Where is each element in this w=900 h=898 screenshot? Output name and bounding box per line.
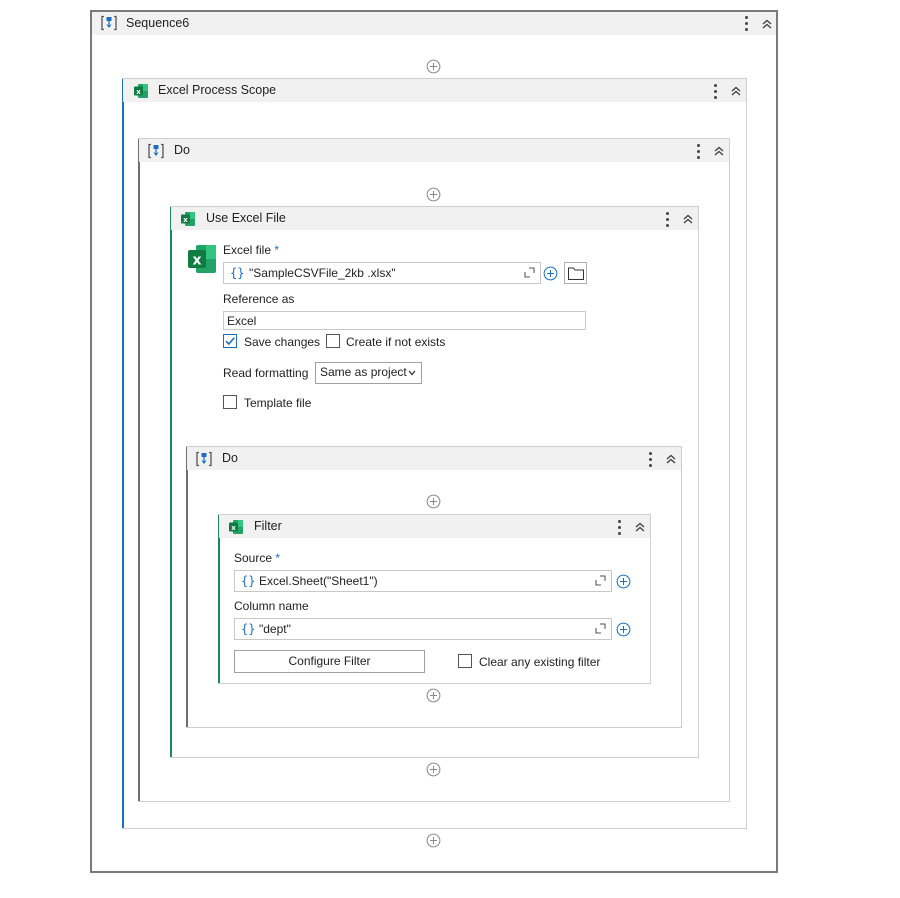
add-activity-icon[interactable] bbox=[426, 59, 441, 74]
checkmark-icon bbox=[225, 337, 235, 346]
expression-icon: {} bbox=[241, 574, 256, 588]
source-value: Excel.Sheet("Sheet1") bbox=[259, 574, 378, 588]
use-excel-file-header[interactable]: Use Excel File bbox=[171, 207, 698, 230]
add-activity-icon[interactable] bbox=[426, 494, 441, 509]
excel-icon bbox=[228, 519, 244, 535]
more-options-icon[interactable] bbox=[697, 144, 700, 159]
folder-icon bbox=[568, 267, 584, 280]
do-header-outer[interactable]: Do bbox=[139, 139, 729, 162]
excel-process-scope-title: Excel Process Scope bbox=[158, 83, 277, 97]
reference-as-label: Reference as bbox=[223, 292, 295, 306]
collapse-icon[interactable] bbox=[634, 520, 646, 534]
read-formatting-value: Same as project bbox=[320, 365, 407, 379]
excel-file-label: Excel file * bbox=[223, 243, 280, 257]
collapse-icon[interactable] bbox=[761, 17, 773, 31]
more-options-icon[interactable] bbox=[745, 16, 748, 31]
sequence6-title: Sequence6 bbox=[126, 16, 190, 30]
browse-folder-button[interactable] bbox=[564, 262, 587, 284]
filter-header[interactable]: Filter bbox=[219, 515, 650, 538]
add-activity-icon[interactable] bbox=[616, 622, 631, 637]
collapse-icon[interactable] bbox=[730, 84, 742, 98]
excel-icon bbox=[185, 243, 219, 275]
collapse-icon[interactable] bbox=[682, 212, 694, 226]
source-label: Source * bbox=[234, 551, 281, 565]
expand-editor-icon[interactable] bbox=[595, 575, 606, 586]
more-options-icon[interactable] bbox=[618, 520, 621, 535]
filter-title: Filter bbox=[254, 519, 282, 533]
reference-as-value: Excel bbox=[227, 314, 257, 328]
clear-existing-filter-label: Clear any existing filter bbox=[479, 655, 601, 669]
more-options-icon[interactable] bbox=[714, 84, 717, 99]
excel-icon bbox=[133, 83, 149, 99]
excel-icon bbox=[180, 211, 196, 227]
sequence-icon bbox=[100, 15, 118, 31]
add-activity-icon[interactable] bbox=[426, 688, 441, 703]
more-options-icon[interactable] bbox=[666, 212, 669, 227]
template-file-checkbox[interactable] bbox=[223, 395, 237, 409]
create-if-not-exists-label: Create if not exists bbox=[346, 335, 446, 349]
column-name-value: "dept" bbox=[259, 622, 291, 636]
template-file-label: Template file bbox=[244, 396, 312, 410]
source-input[interactable]: {} Excel.Sheet("Sheet1") bbox=[234, 570, 612, 592]
do-header-inner[interactable]: Do bbox=[187, 447, 681, 470]
add-activity-icon[interactable] bbox=[616, 574, 631, 589]
more-options-icon[interactable] bbox=[649, 452, 652, 467]
sequence-icon bbox=[147, 143, 165, 159]
add-activity-icon[interactable] bbox=[543, 266, 558, 281]
sequence6-header[interactable]: Sequence6 bbox=[92, 12, 776, 35]
column-name-input[interactable]: {} "dept" bbox=[234, 618, 612, 640]
column-name-label: Column name bbox=[234, 599, 309, 613]
configure-filter-button[interactable]: Configure Filter bbox=[234, 650, 425, 673]
do-title-inner: Do bbox=[222, 451, 238, 465]
create-if-not-exists-checkbox[interactable] bbox=[326, 334, 340, 348]
excel-file-input[interactable]: {} "SampleCSVFile_2kb .xlsx" bbox=[223, 262, 541, 284]
collapse-icon[interactable] bbox=[665, 452, 677, 466]
clear-existing-filter-checkbox[interactable] bbox=[458, 654, 472, 668]
save-changes-label: Save changes bbox=[244, 335, 321, 349]
expression-icon: {} bbox=[230, 266, 245, 280]
add-activity-icon[interactable] bbox=[426, 833, 441, 848]
do-title-outer: Do bbox=[174, 143, 190, 157]
add-activity-icon[interactable] bbox=[426, 187, 441, 202]
sequence-icon bbox=[195, 451, 213, 467]
add-activity-icon[interactable] bbox=[426, 762, 441, 777]
use-excel-file-title: Use Excel File bbox=[206, 211, 286, 225]
excel-file-value: "SampleCSVFile_2kb .xlsx" bbox=[249, 266, 396, 280]
excel-process-scope-header[interactable]: Excel Process Scope bbox=[123, 79, 746, 102]
collapse-icon[interactable] bbox=[713, 144, 725, 158]
expand-editor-icon[interactable] bbox=[595, 623, 606, 634]
reference-as-input[interactable]: Excel bbox=[223, 311, 586, 330]
expression-icon: {} bbox=[241, 622, 256, 636]
save-changes-checkbox[interactable] bbox=[223, 334, 237, 348]
read-formatting-label: Read formatting bbox=[223, 366, 309, 380]
chevron-down-icon bbox=[408, 370, 416, 376]
expand-editor-icon[interactable] bbox=[524, 267, 535, 278]
read-formatting-dropdown[interactable]: Same as project bbox=[315, 362, 422, 384]
